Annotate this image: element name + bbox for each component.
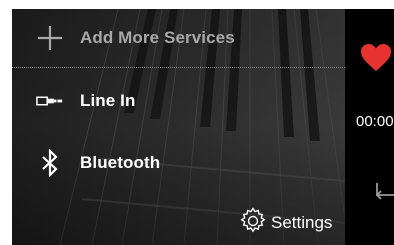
line-in-item[interactable]: Line In xyxy=(12,73,345,129)
settings-button[interactable]: Settings xyxy=(238,206,333,237)
menu-divider xyxy=(12,67,345,68)
gear-icon xyxy=(238,206,268,241)
source-menu: Add More Services Line In Bluetooth Sett… xyxy=(12,9,345,245)
app-screen: Add More Services Line In Bluetooth Sett… xyxy=(0,0,394,245)
add-more-services-item[interactable]: Add More Services xyxy=(12,10,345,66)
bluetooth-item[interactable]: Bluetooth xyxy=(12,135,345,191)
line-in-label: Line In xyxy=(80,91,136,110)
now-playing-panel: 00:00 xyxy=(345,9,394,245)
settings-label: Settings xyxy=(271,213,333,232)
line-in-jack-icon xyxy=(36,87,64,115)
plus-icon xyxy=(36,24,64,52)
bluetooth-icon xyxy=(36,149,64,177)
bluetooth-label: Bluetooth xyxy=(80,153,161,172)
elapsed-time: 00:00 xyxy=(356,113,394,130)
repeat-icon[interactable] xyxy=(373,181,394,203)
add-more-services-label: Add More Services xyxy=(80,28,235,47)
heart-icon[interactable] xyxy=(361,44,391,72)
